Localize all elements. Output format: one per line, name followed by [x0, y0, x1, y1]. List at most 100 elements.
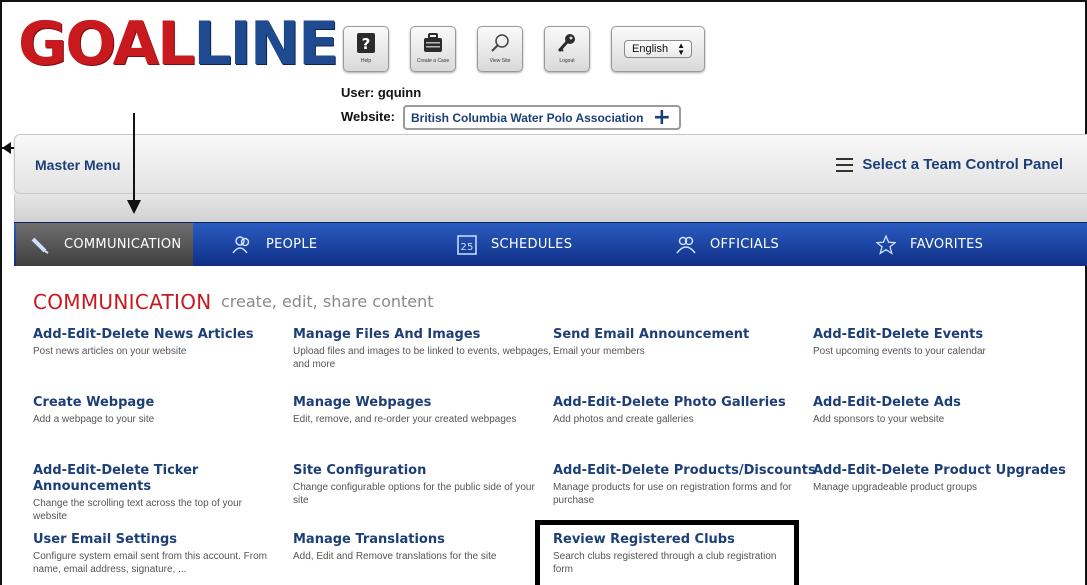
menu-item-description: Add, Edit and Remove translations for th…	[293, 551, 497, 562]
menu-item-create-webpage[interactable]: Create Webpage Add a webpage to your sit…	[33, 395, 295, 426]
menu-item-description: Manage products for use on registration …	[553, 482, 792, 506]
view-site-button[interactable]: View Site	[477, 26, 523, 72]
menu-item-description: Post news articles on your website	[33, 346, 187, 357]
tab-people-label: PEOPLE	[266, 237, 318, 252]
menu-item-description: Add photos and create galleries	[553, 414, 694, 425]
tab-officials[interactable]: OFFICIALS	[676, 223, 779, 266]
menu-item-description: Configure system email sent from this ac…	[33, 551, 267, 575]
menu-item-description: Change the scrolling text across the top…	[33, 498, 243, 522]
screenshot-frame-top	[0, 0, 1087, 2]
menu-item-description: Post upcoming events to your calendar	[813, 346, 986, 357]
menu-item-title[interactable]: Add-Edit-Delete Product Upgrades	[813, 463, 1083, 479]
menu-item-title[interactable]: Add-Edit-Delete Ads	[813, 395, 1075, 411]
tab-communication[interactable]: COMMUNICATION	[16, 223, 194, 266]
logo-text-blue: LINE	[193, 9, 339, 79]
team-control-panel-label: Select a Team Control Panel	[862, 156, 1063, 173]
menu-item-user-email-settings[interactable]: User Email Settings Configure system ema…	[33, 532, 273, 576]
menu-item-translations[interactable]: Manage Translations Add, Edit and Remove…	[293, 532, 543, 563]
language-panel: English ▲ ▼	[611, 26, 705, 72]
menu-item-description: Search clubs registered through a club r…	[553, 551, 777, 575]
logout-label: Logout	[559, 58, 575, 64]
website-label: Website:	[341, 109, 395, 124]
officials-icon	[676, 236, 696, 253]
help-label: Help	[360, 58, 372, 64]
menu-gap-bar	[14, 194, 1087, 224]
menu-item-description: Email your members	[553, 346, 645, 357]
people-icon	[232, 235, 250, 253]
menu-item-registered-clubs[interactable]: Review Registered Clubs Search clubs reg…	[553, 532, 783, 576]
menu-item-title[interactable]: Add-Edit-Delete Events	[813, 327, 1075, 343]
view-site-label: View Site	[489, 58, 511, 64]
tab-favorites[interactable]: FAVORITES	[876, 223, 983, 266]
menu-item-news-articles[interactable]: Add-Edit-Delete News Articles Post news …	[33, 327, 295, 358]
menu-item-description: Add a webpage to your site	[33, 414, 155, 425]
menu-item-ticker[interactable]: Add-Edit-Delete Ticker Announcements Cha…	[33, 463, 273, 523]
hamburger-icon	[836, 157, 854, 172]
user-label: User: gquinn	[341, 85, 422, 100]
help-icon: ?	[357, 33, 375, 53]
pencil-icon	[31, 237, 49, 254]
svg-text:?: ?	[362, 35, 371, 53]
key-icon	[557, 34, 575, 52]
website-selector[interactable]: British Columbia Water Polo Association …	[403, 105, 681, 130]
menu-item-description: Change configurable options for the publ…	[293, 482, 535, 506]
tab-people[interactable]: PEOPLE	[232, 223, 317, 266]
menu-item-title[interactable]: Add-Edit-Delete Products/Discounts	[553, 463, 823, 479]
tab-favorites-label: FAVORITES	[910, 237, 984, 252]
menu-item-site-configuration[interactable]: Site Configuration Change configurable o…	[293, 463, 543, 507]
calendar-icon: 25	[457, 234, 477, 255]
language-value: English	[632, 43, 669, 55]
magnifier-icon	[491, 34, 509, 52]
menu-item-description: Manage upgradeable product groups	[813, 482, 978, 493]
menu-item-product-upgrades[interactable]: Add-Edit-Delete Product Upgrades Manage …	[813, 463, 1083, 494]
menu-item-description: Add sponsors to your website	[813, 414, 945, 425]
tab-schedules-label: SCHEDULES	[491, 237, 573, 252]
star-icon	[876, 234, 896, 255]
menu-item-description: Edit, remove, and re-order your created …	[293, 414, 517, 425]
select-arrows-icon: ▲ ▼	[677, 41, 685, 57]
menu-item-products-discounts[interactable]: Add-Edit-Delete Products/Discounts Manag…	[553, 463, 823, 507]
menu-item-title[interactable]: User Email Settings	[33, 532, 273, 548]
menu-item-title[interactable]: Review Registered Clubs	[553, 532, 783, 548]
menu-item-title[interactable]: Manage Webpages	[293, 395, 555, 411]
master-menu-bar: Master Menu Select a Team Control Panel	[14, 134, 1087, 194]
section-title: COMMUNICATION	[33, 290, 212, 314]
annotation-arrowhead-left	[2, 142, 11, 154]
help-button[interactable]: ? Help	[343, 26, 389, 72]
annotation-arrowhead-down	[127, 200, 141, 214]
website-value: British Columbia Water Polo Association	[411, 110, 644, 125]
logout-button[interactable]: Logout	[544, 26, 590, 72]
annotation-arrow-down	[133, 113, 135, 201]
team-control-panel-button[interactable]: Select a Team Control Panel	[836, 156, 1063, 173]
menu-item-title[interactable]: Add-Edit-Delete News Articles	[33, 327, 295, 343]
briefcase-icon	[424, 33, 442, 52]
master-menu-title[interactable]: Master Menu	[35, 157, 121, 173]
section-subtitle: create, edit, share content	[221, 292, 434, 311]
menu-item-email-announcement[interactable]: Send Email Announcement Email your membe…	[553, 327, 815, 358]
menu-item-title[interactable]: Manage Translations	[293, 532, 543, 548]
menu-item-title[interactable]: Site Configuration	[293, 463, 543, 479]
menu-item-title[interactable]: Add-Edit-Delete Photo Galleries	[553, 395, 815, 411]
category-tabs: COMMUNICATION PEOPLE 25 SCHEDULES OFFICI…	[14, 222, 1087, 266]
tab-communication-label: COMMUNICATION	[64, 237, 182, 252]
screenshot-frame-left	[0, 0, 2, 585]
menu-item-photo-galleries[interactable]: Add-Edit-Delete Photo Galleries Add phot…	[553, 395, 815, 426]
tab-officials-label: OFFICIALS	[710, 237, 780, 252]
language-select[interactable]: English ▲ ▼	[624, 40, 692, 58]
menu-item-files-images[interactable]: Manage Files And Images Upload files and…	[293, 327, 555, 371]
calendar-day: 25	[460, 242, 473, 253]
logo-text-red: GOAL	[18, 9, 195, 79]
menu-item-manage-webpages[interactable]: Manage Webpages Edit, remove, and re-ord…	[293, 395, 555, 426]
create-case-button[interactable]: Create a Case	[410, 26, 456, 72]
tab-schedules[interactable]: 25 SCHEDULES	[457, 223, 572, 266]
menu-item-description: Upload files and images to be linked to …	[293, 346, 551, 370]
add-website-icon[interactable]: +	[653, 107, 671, 129]
menu-item-title[interactable]: Send Email Announcement	[553, 327, 815, 343]
menu-item-title[interactable]: Create Webpage	[33, 395, 295, 411]
create-case-label: Create a Case	[416, 58, 450, 64]
menu-item-ads[interactable]: Add-Edit-Delete Ads Add sponsors to your…	[813, 395, 1075, 426]
menu-item-events[interactable]: Add-Edit-Delete Events Post upcoming eve…	[813, 327, 1075, 358]
menu-item-title[interactable]: Manage Files And Images	[293, 327, 555, 343]
menu-item-title[interactable]: Add-Edit-Delete Ticker Announcements	[33, 463, 273, 495]
goalline-logo[interactable]: GOALLINE	[18, 14, 339, 74]
